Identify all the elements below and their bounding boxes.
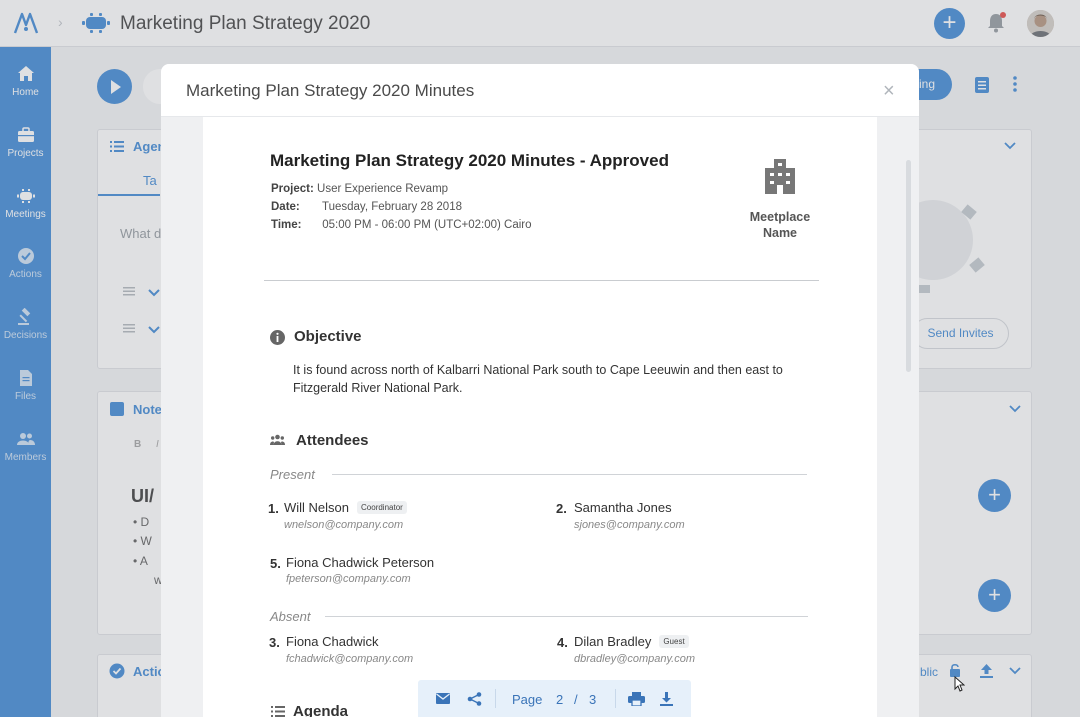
document-title: Marketing Plan Strategy 2020 Minutes - A…: [270, 151, 669, 170]
objective-title: Objective: [294, 328, 362, 345]
meetplace-line-2: Name: [762, 226, 798, 240]
current-page-input[interactable]: 2: [556, 692, 563, 707]
attendee-name: Dilan Bradley Guest: [574, 634, 689, 649]
info-icon: [270, 330, 285, 345]
building-icon: [765, 159, 795, 194]
toolbar-divider: [495, 689, 496, 708]
total-pages: 3: [589, 692, 597, 707]
attendee-email: wnelson@company.com: [284, 519, 404, 531]
time-value: 05:00 PM - 06:00 PM (UTC+02:00) Cairo: [322, 219, 532, 231]
meetplace-name: Meetplace Name: [735, 209, 825, 241]
attendees-title: Attendees: [296, 432, 369, 449]
time-label: Time:: [271, 219, 302, 231]
attendee-name: Will Nelson Coordinator: [284, 500, 407, 515]
minutes-document: Marketing Plan Strategy 2020 Minutes - A…: [203, 117, 877, 717]
attendee-name: Fiona Chadwick Peterson: [286, 555, 435, 570]
modal-title: Marketing Plan Strategy 2020 Minutes: [186, 81, 475, 100]
project-label: Project:: [271, 183, 314, 195]
attendee-number: 5.: [270, 556, 281, 571]
close-icon[interactable]: ×: [883, 81, 895, 101]
absent-label: Absent: [270, 609, 311, 624]
attendee-name: Samantha Jones: [574, 500, 672, 515]
print-icon[interactable]: [628, 692, 645, 706]
meetplace-line-1: Meetplace: [749, 210, 811, 224]
document-toolbar: Page 2 / 3: [418, 680, 691, 717]
list-icon: [271, 706, 285, 717]
date-value: Tuesday, February 28 2018: [322, 201, 462, 213]
agenda-title: Agenda: [293, 703, 349, 717]
share-icon[interactable]: [467, 692, 482, 706]
attendee-email: dbradley@company.com: [574, 653, 696, 665]
project-row: Project: User Experience Revamp: [271, 183, 448, 195]
present-label: Present: [270, 467, 315, 482]
attendee-email: fpeterson@company.com: [286, 573, 411, 585]
page-label: Page: [512, 692, 543, 707]
attendee-number: 3.: [269, 635, 280, 650]
attendee-name: Fiona Chadwick: [286, 634, 379, 649]
attendee-number: 2.: [556, 501, 567, 516]
members-icon: [270, 434, 285, 445]
mouse-cursor-icon: [954, 676, 965, 692]
objective-text: It is found across north of Kalbarri Nat…: [293, 363, 783, 395]
download-icon[interactable]: [660, 692, 673, 706]
modal-header: Marketing Plan Strategy 2020 Minutes ×: [161, 64, 919, 117]
date-label: Date:: [271, 201, 300, 213]
divider: [325, 616, 808, 617]
page-separator: /: [574, 692, 578, 707]
attendee-number: 4.: [557, 635, 568, 650]
email-icon[interactable]: [436, 693, 450, 704]
scrollbar[interactable]: [906, 160, 911, 372]
date-row: Date: Tuesday, February 28 2018: [271, 201, 462, 213]
minutes-modal: Marketing Plan Strategy 2020 Minutes × M…: [161, 64, 919, 717]
attendee-email: fchadwick@company.com: [286, 653, 414, 665]
role-badge: Guest: [659, 635, 689, 648]
attendee-email: sjones@company.com: [574, 519, 685, 531]
divider: [332, 474, 807, 475]
attendee-name-text: Dilan Bradley: [574, 634, 652, 649]
project-value: User Experience Revamp: [317, 183, 449, 195]
toolbar-divider: [615, 689, 616, 708]
attendee-name-text: Will Nelson: [284, 500, 350, 515]
role-badge: Coordinator: [357, 501, 407, 514]
time-row: Time: 05:00 PM - 06:00 PM (UTC+02:00) Ca…: [271, 219, 532, 231]
divider: [264, 280, 819, 281]
attendee-number: 1.: [268, 501, 279, 516]
